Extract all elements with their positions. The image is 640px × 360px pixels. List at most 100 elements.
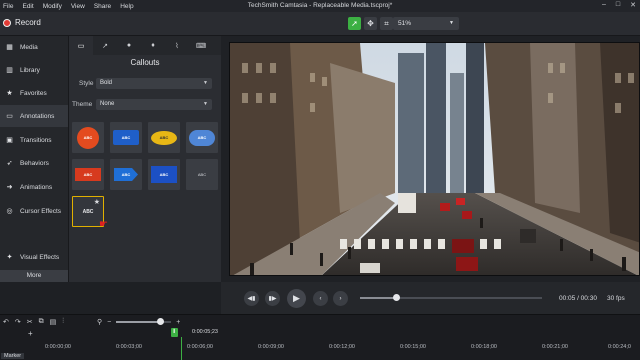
tab-blur[interactable]: ♦ <box>141 36 165 55</box>
callout-tile[interactable]: ABC <box>72 159 104 190</box>
callout-tile[interactable]: ABC <box>186 159 218 190</box>
timeline-tools: ↶ ↷ ✂ ⧉ ▤ ⫶ <box>3 318 64 326</box>
timeline: ↶ ↷ ✂ ⧉ ▤ ⫶ ⚲ − + + ⫴ 0:00:05;23 0:00:00… <box>0 314 640 360</box>
nav-item-behaviors[interactable]: ➶ Behaviors <box>0 152 68 174</box>
step-back-button[interactable]: ◀▮ <box>244 291 259 306</box>
arrow-icon: ↗ <box>102 42 108 50</box>
cut-icon[interactable]: ✂ <box>27 318 33 326</box>
tab-keystroke[interactable]: ⌨ <box>189 36 213 55</box>
chevron-left-icon: ‹ <box>319 295 322 302</box>
sketch-icon: ⌇ <box>175 42 179 50</box>
step-forward-button[interactable]: ▮▶ <box>265 291 280 306</box>
playhead-grip-icon: ⫴ <box>173 329 176 335</box>
fps-readout: 30 fps <box>607 295 625 302</box>
copy-icon[interactable]: ⧉ <box>39 318 44 326</box>
menu-edit[interactable]: Edit <box>22 3 33 10</box>
select-tool-button[interactable]: ➚ <box>348 17 361 30</box>
star-icon: ★ <box>6 90 13 97</box>
callout-icon: ▭ <box>77 42 85 50</box>
nav-label: Animations <box>20 183 53 191</box>
nav-item-media[interactable]: ▦ Media <box>0 36 68 58</box>
theme-dropdown[interactable]: None ▼ <box>96 99 212 110</box>
nav-label: Favorites <box>20 89 47 97</box>
window-controls: – □ ✕ <box>602 1 636 9</box>
more-button[interactable]: More <box>0 270 68 282</box>
nav-label: Library <box>20 66 40 74</box>
undo-icon[interactable]: ↶ <box>3 318 9 326</box>
callout-cloud-blue: ABC <box>189 129 215 146</box>
play-icon: ▶ <box>293 293 300 303</box>
behaviors-icon: ➶ <box>6 160 13 167</box>
nav-label: Annotations <box>20 112 55 120</box>
tab-arrows[interactable]: ↗ <box>93 36 117 55</box>
nav-label: Transitions <box>20 136 52 144</box>
redo-icon[interactable]: ↷ <box>15 318 21 326</box>
menu-modify[interactable]: Modify <box>43 3 62 10</box>
add-track-button[interactable]: + <box>28 329 33 338</box>
minimize-button[interactable]: – <box>602 1 606 9</box>
annotations-icon: ▭ <box>6 113 13 120</box>
paste-icon[interactable]: ▤ <box>50 318 57 326</box>
menu-share[interactable]: Share <box>94 3 111 10</box>
scrubber-handle[interactable] <box>393 294 401 301</box>
zoom-out-button[interactable]: − <box>107 319 111 326</box>
record-button[interactable]: Record <box>3 18 41 27</box>
nav-item-transitions[interactable]: ▣ Transitions <box>0 129 68 151</box>
star-icon: ★ <box>93 199 100 206</box>
zoom-in-button[interactable]: + <box>176 319 180 326</box>
tab-shapes[interactable]: ● <box>117 36 141 55</box>
chevron-right-icon: › <box>339 295 342 302</box>
search-icon: ⚲ <box>97 319 103 326</box>
pan-tool-button[interactable]: ✥ <box>364 17 377 30</box>
time-ruler[interactable]: 0:00:00;00 0:00:03;00 0:00:06;00 0:00:09… <box>0 341 640 360</box>
panel-heading: Callouts <box>130 58 160 67</box>
split-icon[interactable]: ⫶ <box>62 318 64 326</box>
maximize-button[interactable]: □ <box>616 1 620 9</box>
zoom-dropdown[interactable]: 51% ▼ <box>393 17 459 30</box>
style-dropdown[interactable]: Bold ▼ <box>96 78 212 89</box>
zoom-slider-fill <box>116 321 161 323</box>
menu-help[interactable]: Help <box>120 3 133 10</box>
nav-item-library[interactable]: ▥ Library <box>0 59 68 81</box>
ruler-tick: 0:00:03;00 <box>116 344 142 350</box>
nav-item-cursor-effects[interactable]: ◎ Cursor Effects <box>0 200 68 222</box>
callout-tile[interactable]: ABC <box>148 159 180 190</box>
crop-tool-button[interactable]: ⌗ <box>380 17 393 30</box>
close-button[interactable]: ✕ <box>630 1 636 9</box>
next-frame-button[interactable]: › <box>333 291 348 306</box>
nav-item-animations[interactable]: ➜ Animations <box>0 176 68 198</box>
timeline-zoom-slider[interactable] <box>116 318 172 325</box>
callout-tile[interactable]: ABC <box>186 122 218 153</box>
ruler-tick: 0:00:24;0 <box>608 344 631 350</box>
style-label: Style <box>79 80 94 87</box>
menu-file[interactable]: File <box>3 3 13 10</box>
menu-view[interactable]: View <box>71 3 85 10</box>
canvas-tools: ➚ ✥ ⌗ <box>348 17 393 30</box>
canvas-area <box>221 36 640 282</box>
ruler-tick: 0:00:15;00 <box>400 344 426 350</box>
playback-scrubber[interactable] <box>360 294 542 301</box>
playhead-handle[interactable]: ⫴ <box>171 328 179 337</box>
nav-item-visual-effects[interactable]: ✦ Visual Effects <box>0 246 68 268</box>
tab-sketch-motion[interactable]: ⌇ <box>165 36 189 55</box>
tab-callouts[interactable]: ▭ <box>69 36 93 55</box>
callout-text-plain: ABC <box>197 172 207 177</box>
callout-tile[interactable]: ABC <box>110 159 142 190</box>
nav-label: Visual Effects <box>20 253 60 261</box>
callout-arrow-blue: ABC <box>114 168 138 181</box>
zoom-slider-handle[interactable] <box>157 318 165 325</box>
play-button[interactable]: ▶ <box>287 289 306 308</box>
previous-frame-button[interactable]: ‹ <box>313 291 328 306</box>
callout-tile[interactable]: ABC <box>148 122 180 153</box>
callout-tile[interactable]: ABC <box>110 122 142 153</box>
nav-item-favorites[interactable]: ★ Favorites <box>0 82 68 104</box>
video-preview[interactable] <box>229 42 640 276</box>
ruler-tick: 0:00:06;00 <box>187 344 213 350</box>
title-bar: File Edit Modify View Share Help TechSmi… <box>0 0 640 12</box>
visual-effects-icon: ✦ <box>6 254 13 261</box>
callout-tile-selected[interactable]: ABC ★ ☛ <box>72 196 108 230</box>
nav-label: Media <box>20 43 38 51</box>
skip-back-icon: ◀▮ <box>247 296 256 302</box>
nav-item-annotations[interactable]: ▭ Annotations <box>0 105 68 127</box>
callout-tile[interactable]: ABC <box>72 122 104 153</box>
